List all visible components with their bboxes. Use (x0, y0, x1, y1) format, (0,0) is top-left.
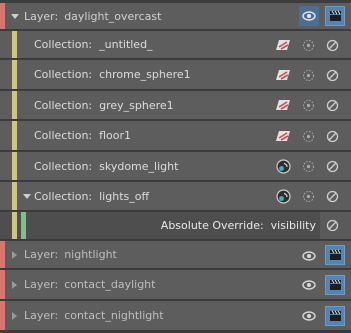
disable-icon[interactable] (326, 69, 339, 82)
layer-color-strip (0, 270, 5, 299)
expand-triangle-icon[interactable] (11, 14, 19, 19)
collection-color-strip (12, 182, 17, 210)
collection-name: skydome_light (99, 159, 179, 173)
layer-name: daylight_overcast (64, 9, 162, 23)
collection-color-strip (12, 121, 17, 150)
collection-prefix: Collection: (34, 159, 93, 173)
collection-name: _untitled_ (99, 38, 153, 51)
collapse-triangle-icon[interactable] (12, 312, 17, 320)
layer-prefix: Layer: (24, 309, 59, 322)
isolate-select-icon[interactable] (302, 130, 315, 143)
override-row[interactable]: Absolute Override: visibility (0, 212, 351, 240)
clapperboard-icon (329, 310, 342, 322)
eye-icon[interactable] (302, 251, 316, 261)
collection-prefix: Collection: (34, 189, 93, 203)
eye-icon (302, 11, 316, 21)
isolate-select-icon[interactable] (302, 99, 315, 112)
collection-color-strip (12, 31, 17, 58)
collection-color-strip (12, 60, 17, 89)
geometry-override-icon (275, 69, 291, 81)
layer-row[interactable]: Layer: nightlight (0, 241, 351, 269)
collection-row[interactable]: Collection: skydome_light (0, 152, 351, 181)
disable-icon[interactable] (326, 160, 339, 173)
collection-row[interactable]: Collection: lights_off (0, 182, 351, 211)
collection-name: chrome_sphere1 (99, 68, 191, 81)
collection-color-strip (12, 212, 17, 239)
layer-prefix: Layer: (24, 9, 59, 23)
clapperboard-icon (329, 279, 342, 291)
collection-color-strip (12, 152, 17, 180)
disable-icon[interactable] (326, 190, 339, 203)
layer-row[interactable]: Layer: contact_daylight (0, 270, 351, 300)
renderable-toggle-button[interactable] (325, 306, 345, 326)
collection-name: grey_sphere1 (99, 98, 174, 112)
override-color-strip (21, 212, 26, 239)
disable-icon[interactable] (326, 99, 339, 112)
layer-color-strip (0, 3, 5, 29)
layer-name: contact_nightlight (64, 309, 164, 322)
isolate-select-icon[interactable] (302, 160, 315, 173)
disable-icon[interactable] (326, 130, 339, 143)
isolate-select-icon[interactable] (302, 190, 315, 203)
collection-prefix: Collection: (34, 68, 93, 81)
clapperboard-icon (329, 10, 342, 22)
layer-prefix: Layer: (24, 278, 59, 291)
override-attribute: visibility (270, 219, 316, 232)
layer-prefix: Layer: (24, 248, 59, 261)
renderable-toggle-button[interactable] (325, 6, 345, 26)
collection-name: floor1 (99, 129, 132, 142)
collection-row[interactable]: Collection: _untitled_ (0, 31, 351, 59)
visibility-toggle-button[interactable] (299, 6, 319, 26)
light-icon (276, 189, 291, 204)
geometry-override-icon (275, 99, 291, 111)
collection-prefix: Collection: (34, 129, 93, 142)
layer-row[interactable]: Layer: daylight_overcast (0, 3, 351, 30)
override-label: Absolute Override: (160, 219, 264, 232)
collection-name: lights_off (99, 189, 150, 203)
collapse-triangle-icon[interactable] (12, 281, 17, 289)
collection-row[interactable]: Collection: grey_sphere1 (0, 91, 351, 120)
geometry-override-icon (275, 130, 291, 142)
isolate-select-icon[interactable] (302, 69, 315, 82)
isolate-select-icon[interactable] (302, 39, 315, 52)
expand-triangle-icon[interactable] (23, 194, 31, 199)
disable-icon[interactable] (326, 219, 339, 232)
layer-name: nightlight (64, 248, 117, 261)
geometry-override-icon (275, 39, 291, 51)
collection-prefix: Collection: (34, 98, 93, 112)
collapse-triangle-icon[interactable] (12, 251, 17, 259)
renderable-toggle-button[interactable] (325, 275, 345, 295)
layer-color-strip (0, 241, 5, 268)
collection-row[interactable]: Collection: floor1 (0, 121, 351, 151)
layer-row[interactable]: Layer: contact_nightlight (0, 301, 351, 331)
collection-row[interactable]: Collection: chrome_sphere1 (0, 60, 351, 90)
clapperboard-icon (329, 249, 342, 261)
light-icon (276, 159, 291, 174)
collection-prefix: Collection: (34, 38, 93, 51)
collection-color-strip (12, 91, 17, 119)
eye-icon[interactable] (302, 280, 316, 290)
renderable-toggle-button[interactable] (325, 245, 345, 265)
layer-name: contact_daylight (64, 278, 156, 291)
layer-color-strip (0, 301, 5, 330)
eye-icon[interactable] (302, 311, 316, 321)
disable-icon[interactable] (326, 39, 339, 52)
